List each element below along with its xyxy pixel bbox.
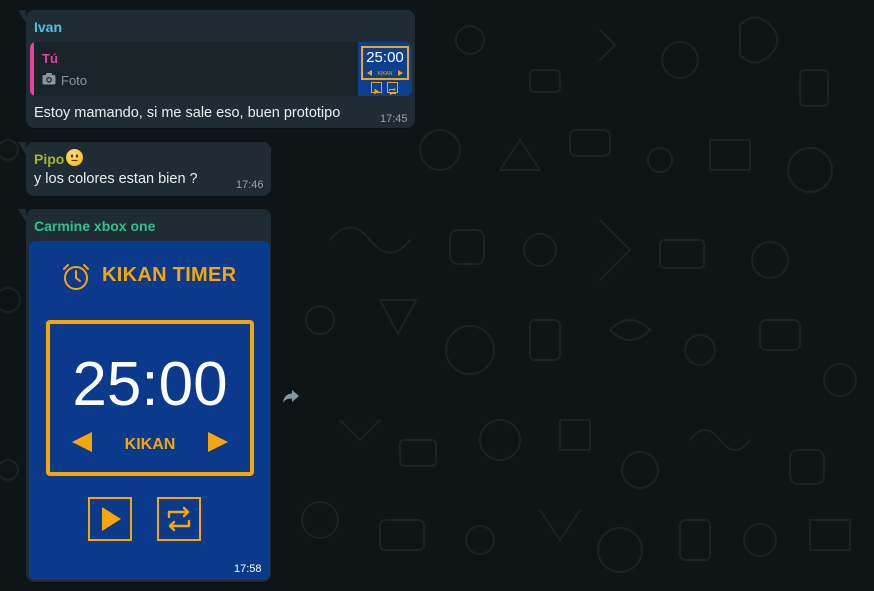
quote-accent-bar — [30, 42, 34, 96]
bubble-tail — [18, 10, 26, 23]
quoted-thumbnail: 25:00 KIKAN — [358, 42, 412, 96]
thumbnail-timer-frame: 25:00 KIKAN — [361, 46, 409, 80]
arrow-right-icon — [208, 432, 228, 452]
stopwatch-icon — [63, 264, 89, 290]
play-icon — [371, 82, 382, 95]
repeat-button-image — [157, 497, 201, 541]
message-text: y los colores estan bien ? — [34, 171, 198, 187]
quoted-message[interactable]: Tú Foto 25:00 KIKAN — [30, 42, 412, 96]
message-time: 17:58 — [234, 563, 262, 575]
bubble-tail — [18, 209, 26, 222]
app-title: KIKAN TIMER — [102, 264, 237, 286]
message-bubble-carmine[interactable]: Carmine xbox one KIKAN TIMER 25:00 KIKAN — [18, 209, 271, 582]
sender-name[interactable]: Pipo — [34, 151, 64, 167]
quoted-media-label: Foto — [61, 73, 88, 88]
repeat-icon — [167, 506, 191, 532]
thumbnail-time: 25:00 — [366, 49, 404, 66]
message-text: Estoy mamando, si me sale eso, buen prot… — [34, 105, 341, 121]
neutral-face-emoji — [66, 149, 83, 166]
quoted-sender: Tú — [42, 51, 58, 66]
camera-icon — [42, 73, 56, 85]
play-icon — [102, 507, 121, 531]
arrow-right-icon — [398, 70, 403, 76]
message-bubble-ivan[interactable]: Ivan Tú Foto 25:00 KIKAN Estoy mamando, … — [18, 10, 415, 128]
repeat-icon — [387, 82, 398, 96]
message-bubble-pipo[interactable]: Pipo y los colores estan bien ? 17:46 — [18, 142, 271, 196]
sender-name[interactable]: Carmine xbox one — [34, 218, 155, 234]
bubble-tail — [18, 142, 26, 155]
forward-icon[interactable] — [281, 386, 301, 406]
timer-display-frame: 25:00 KIKAN — [46, 320, 254, 476]
sender-name[interactable]: Ivan — [34, 19, 62, 35]
timer-time: 25:00 — [72, 350, 228, 419]
message-time: 17:46 — [236, 179, 264, 191]
message-time: 17:45 — [380, 113, 408, 125]
shared-image[interactable]: KIKAN TIMER 25:00 KIKAN — [29, 241, 270, 580]
play-button-image — [88, 497, 132, 541]
